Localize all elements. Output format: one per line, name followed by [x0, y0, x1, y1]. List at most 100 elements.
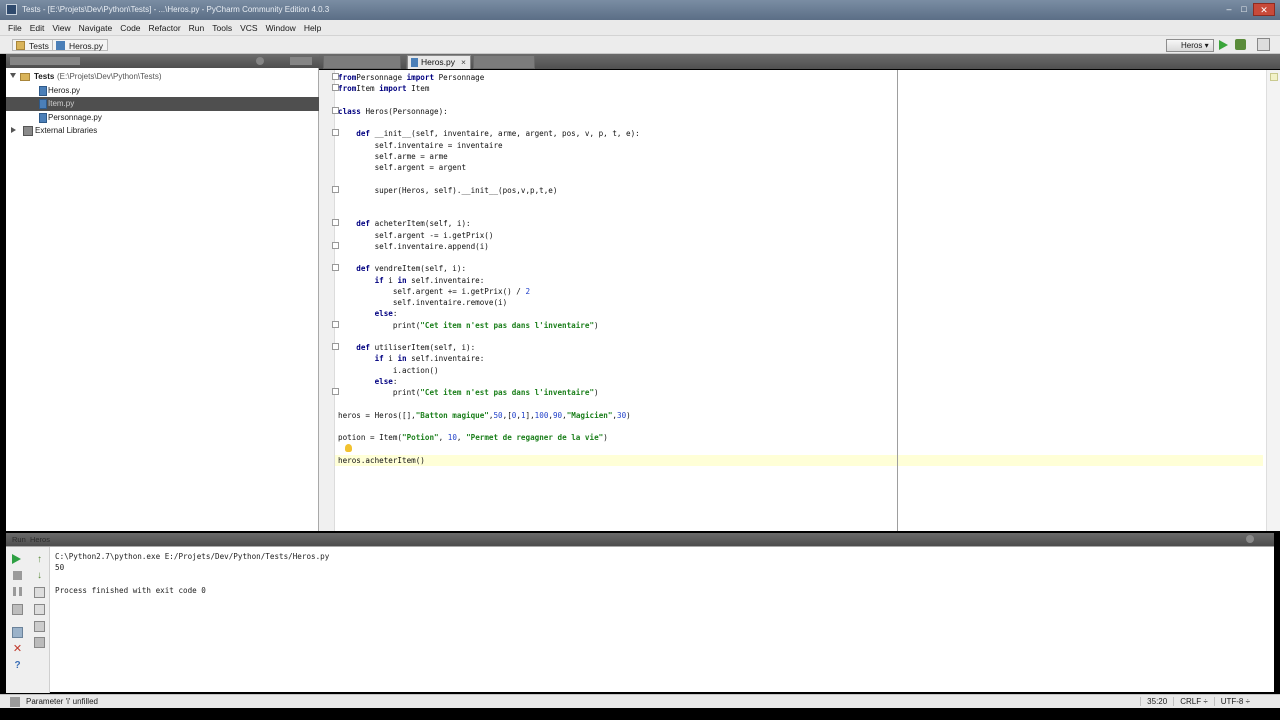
- run-configuration-select[interactable]: Heros ▾: [1166, 39, 1214, 52]
- code-line: else:: [338, 309, 398, 319]
- lightbulb-icon[interactable]: [345, 444, 352, 452]
- expand-down-icon[interactable]: [10, 73, 16, 78]
- code-line: self.inventaire.append(i): [338, 241, 489, 251]
- print-icon[interactable]: [34, 621, 45, 632]
- code-line: i.action(): [338, 365, 439, 375]
- settings-icon[interactable]: [256, 57, 264, 65]
- rerun-icon[interactable]: [12, 554, 21, 564]
- debug-icon[interactable]: [1235, 39, 1246, 50]
- tree-node-file[interactable]: Heros.py: [6, 84, 319, 98]
- pause-icon[interactable]: [13, 587, 22, 596]
- breadcrumb-project[interactable]: Tests: [12, 39, 54, 51]
- expand-right-icon[interactable]: [11, 127, 16, 133]
- python-file-icon: [39, 99, 47, 109]
- run-tab-label[interactable]: Run Heros: [12, 535, 50, 544]
- stop-icon[interactable]: [13, 571, 22, 580]
- tool-windows-icon[interactable]: [10, 697, 20, 707]
- menu-item-refactor[interactable]: Refactor: [149, 23, 181, 33]
- pycharm-app-icon: [6, 4, 17, 15]
- menu-item-navigate[interactable]: Navigate: [79, 23, 113, 33]
- code-line: fromPersonnage import Personnage: [338, 73, 485, 82]
- code-line: self.inventaire = inventaire: [338, 140, 503, 150]
- run-icon[interactable]: [1219, 40, 1228, 50]
- code-editor[interactable]: fromPersonnage import Personnage fromItem…: [319, 70, 1280, 531]
- line-separator[interactable]: CRLF ÷: [1173, 697, 1214, 706]
- close-tab-icon[interactable]: ×: [461, 57, 466, 67]
- menu-item-vcs[interactable]: VCS: [240, 23, 257, 33]
- gear-icon[interactable]: [1246, 535, 1254, 543]
- menu-item-file[interactable]: File: [8, 23, 22, 33]
- console-line: Process finished with exit code 0: [55, 585, 206, 595]
- menu-item-view[interactable]: View: [52, 23, 70, 33]
- close-icon[interactable]: ✕: [12, 644, 23, 655]
- console-output[interactable]: C:\Python2.7\python.exe E:/Projets/Dev/P…: [55, 552, 329, 597]
- tree-node-external-libraries[interactable]: External Libraries: [6, 124, 319, 138]
- code-line: if i in self.inventaire:: [338, 354, 485, 364]
- code-line: self.argent = argent: [338, 163, 467, 172]
- minimize-button[interactable]: –: [1222, 3, 1236, 16]
- code-line: else:: [338, 376, 398, 386]
- code-line: heros.acheterItem(): [338, 455, 425, 465]
- code-line: def acheterItem(self, i):: [338, 219, 471, 229]
- code-line: super(Heros, self).__init__(pos,v,p,t,e): [338, 185, 558, 195]
- maximize-button[interactable]: □: [1237, 3, 1251, 16]
- python-file-icon: [39, 112, 47, 123]
- menu-item-tools[interactable]: Tools: [212, 23, 232, 33]
- editor-tab-bar: Heros.py ×: [319, 54, 1280, 69]
- code-line: potion = Item("Potion", 10, "Permet de r…: [338, 433, 608, 442]
- status-message: Parameter 'i' unfilled: [26, 697, 98, 706]
- menu-item-window[interactable]: Window: [266, 23, 296, 33]
- run-tool-header: Run Heros: [6, 533, 1274, 546]
- navigation-bar: Tests Heros.py Heros ▾: [0, 36, 1280, 54]
- title-bar: Tests - [E:\Projets\Dev\Python\Tests] - …: [0, 0, 1280, 20]
- run-console-panel: ✕ ? ↑ ↓ C:\Python2.7\python.exe E:/Proje…: [6, 546, 1274, 693]
- menu-item-edit[interactable]: Edit: [30, 23, 45, 33]
- code-line: self.argent -= i.getPrix(): [338, 230, 494, 240]
- file-encoding[interactable]: UTF-8 ÷: [1213, 697, 1256, 706]
- window-title: Tests - [E:\Projets\Dev\Python\Tests] - …: [22, 5, 330, 14]
- code-line: class Heros(Personnage):: [338, 106, 448, 116]
- clear-all-icon[interactable]: [34, 637, 45, 648]
- soft-wrap-icon[interactable]: [34, 587, 45, 598]
- tree-node-file-selected[interactable]: Item.py: [6, 97, 319, 111]
- code-line: def utiliserItem(self, i):: [338, 343, 476, 352]
- editor-scrollbar[interactable]: [1266, 70, 1280, 531]
- caret-position[interactable]: 35:20: [1140, 697, 1173, 706]
- help-icon[interactable]: ?: [12, 660, 23, 671]
- menu-item-run[interactable]: Run: [189, 23, 205, 33]
- python-file-icon: [411, 58, 418, 67]
- arrow-up-icon[interactable]: ↑: [34, 555, 45, 566]
- python-file-icon: [56, 41, 65, 50]
- code-line: def __init__(self, inventaire, arme, arg…: [338, 129, 640, 139]
- run-toolbar: ✕ ? ↑ ↓: [6, 547, 50, 693]
- folder-icon: [20, 73, 30, 81]
- menu-item-code[interactable]: Code: [120, 23, 140, 33]
- close-window-button[interactable]: ✕: [1253, 3, 1275, 16]
- code-line: def vendreItem(self, i):: [338, 264, 467, 274]
- scroll-to-end-icon[interactable]: [34, 604, 45, 615]
- code-line: self.inventaire.remove(i): [338, 298, 508, 307]
- editor-tab[interactable]: [323, 55, 401, 69]
- help-icon[interactable]: [1257, 38, 1270, 51]
- caret-line-highlight: [319, 455, 1263, 466]
- project-tool-window: Tests (E:\Projets\Dev\Python\Tests) Hero…: [6, 54, 319, 531]
- python-file-icon: [39, 85, 47, 96]
- tree-node-root[interactable]: Tests (E:\Projets\Dev\Python\Tests): [6, 70, 319, 84]
- code-line: self.arme = arme: [338, 151, 448, 161]
- folder-icon: [16, 41, 25, 50]
- status-bar: Parameter 'i' unfilled 35:20 CRLF ÷ UTF-…: [0, 694, 1280, 708]
- console-line: C:\Python2.7\python.exe E:/Projets/Dev/P…: [55, 552, 330, 561]
- pin-icon[interactable]: [12, 627, 23, 638]
- breadcrumb-file[interactable]: Heros.py: [52, 39, 109, 51]
- editor-tab[interactable]: [473, 55, 535, 69]
- arrow-down-icon[interactable]: ↓: [34, 571, 45, 582]
- console-line: 50: [55, 563, 65, 573]
- dump-threads-icon[interactable]: [12, 604, 23, 615]
- editor-tab-active[interactable]: Heros.py ×: [407, 55, 471, 69]
- project-pane-header: [6, 54, 319, 68]
- hide-pane-icon[interactable]: [290, 57, 312, 65]
- tree-node-file[interactable]: Personnage.py: [6, 111, 319, 125]
- menu-item-help[interactable]: Help: [304, 23, 321, 33]
- right-margin-guide: [897, 70, 898, 531]
